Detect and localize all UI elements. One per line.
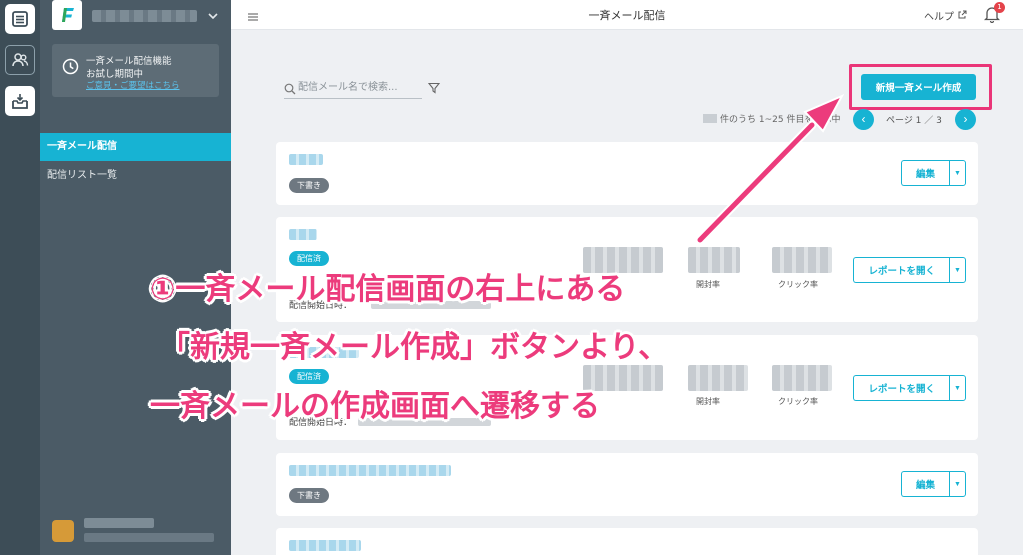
annotation-line-3: 一斉メールの作成画面へ遷移する: [150, 389, 600, 424]
annotation-line-2: 「新規一斉メール作成」ボタンより、: [160, 330, 669, 365]
annotation-line-1: ①一斉メール配信画面の右上にある: [150, 272, 626, 307]
